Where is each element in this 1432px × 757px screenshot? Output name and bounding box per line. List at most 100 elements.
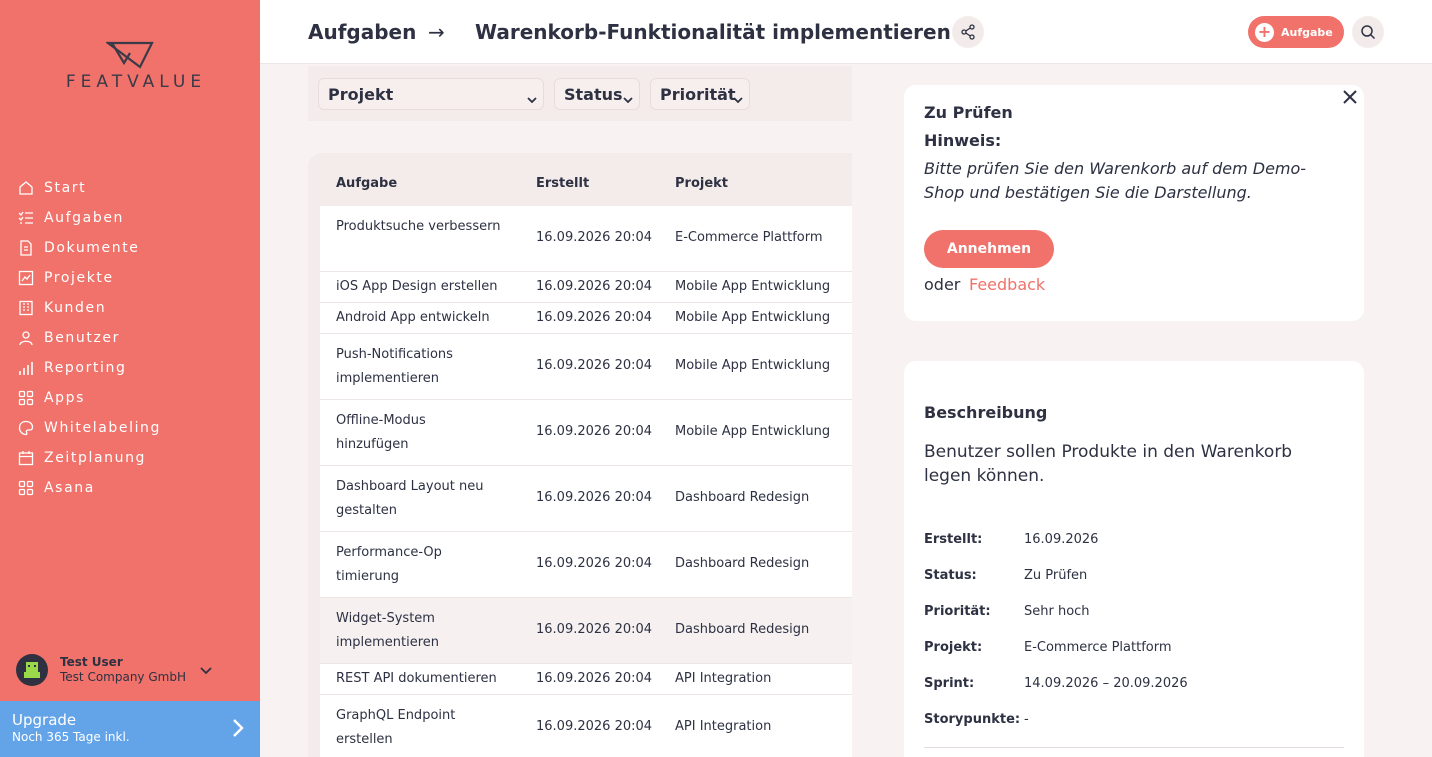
sidebar-item-zeitplanung[interactable]: Zeitplanung <box>16 443 161 473</box>
or-label: oder <box>924 275 961 294</box>
filter-bar: Projekt Status Priorität <box>308 66 852 121</box>
cell-projekt: Mobile App Entwicklung <box>675 358 831 373</box>
tasks-icon <box>16 208 36 228</box>
add-task-button[interactable]: + Aufgabe <box>1248 16 1344 48</box>
sidebar-item-kunden[interactable]: Kunden <box>16 293 161 323</box>
table-row[interactable]: Produktsuche verbessern 16.09.2026 20:04… <box>320 206 852 272</box>
share-icon <box>961 24 975 40</box>
sidebar-item-label: Start <box>44 180 87 196</box>
cell-projekt: Mobile App Entwicklung <box>675 424 831 439</box>
user-name: Test User <box>60 655 123 669</box>
detail-key: Projekt: <box>924 640 983 655</box>
sidebar-item-projekte[interactable]: Projekte <box>16 263 161 293</box>
logo[interactable]: FEATVALUE <box>0 40 260 92</box>
sidebar-item-label: Aufgaben <box>44 210 125 226</box>
calendar-icon <box>16 448 36 468</box>
cell-aufgabe: Offline-Modus hinzufügen <box>336 413 426 452</box>
review-hint-text: Bitte prüfen Sie den Warenkorb auf dem D… <box>924 159 1307 202</box>
accept-button[interactable]: Annehmen <box>924 230 1054 268</box>
feedback-link[interactable]: Feedback <box>969 275 1045 294</box>
sidebar-item-label: Asana <box>44 480 95 496</box>
cell-erstellt: 16.09.2026 20:04 <box>536 424 653 439</box>
cell-erstellt: 16.09.2026 20:04 <box>536 671 653 686</box>
table-row[interactable]: iOS App Design erstellen 16.09.2026 20:0… <box>320 272 852 303</box>
upgrade-banner[interactable]: Upgrade Noch 365 Tage inkl. <box>0 701 260 757</box>
table-row[interactable]: Offline-Modus hinzufügen 16.09.2026 20:0… <box>320 400 852 466</box>
chevron-down-icon <box>623 89 633 108</box>
filter-projekt-select[interactable]: Projekt <box>318 78 544 110</box>
search-button[interactable] <box>1352 16 1384 48</box>
breadcrumb-separator: → <box>428 20 445 44</box>
projects-icon <box>16 268 36 288</box>
user-menu[interactable]: Test User Test Company GmbH <box>16 652 216 688</box>
details-card: Beschreibung Benutzer sollen Produkte in… <box>904 361 1364 757</box>
detail-value: Zu Prüfen <box>1024 568 1088 583</box>
sidebar-item-dokumente[interactable]: Dokumente <box>16 233 161 263</box>
apps-icon <box>16 388 36 408</box>
home-icon <box>16 178 36 198</box>
chevron-down-icon <box>733 89 743 108</box>
breadcrumb-root[interactable]: Aufgaben <box>308 20 416 44</box>
cell-erstellt: 16.09.2026 20:04 <box>536 490 653 505</box>
filter-status-select[interactable]: Status <box>554 78 640 110</box>
sidebar-item-label: Dokumente <box>44 240 140 256</box>
column-header-erstellt[interactable]: Erstellt <box>536 176 589 191</box>
table-row[interactable]: Widget-System implementieren 16.09.2026 … <box>320 598 852 664</box>
review-title: Zu Prüfen <box>924 103 1013 122</box>
sidebar-item-whitelabeling[interactable]: Whitelabeling <box>16 413 161 443</box>
sidebar-item-label: Apps <box>44 390 86 406</box>
avatar <box>16 654 48 686</box>
detail-key: Sprint: <box>924 676 975 691</box>
cell-erstellt: 16.09.2026 20:04 <box>536 310 653 325</box>
table-row[interactable]: Android App entwickeln 16.09.2026 20:04 … <box>320 303 852 334</box>
building-icon <box>16 298 36 318</box>
chevron-right-icon <box>232 718 244 742</box>
task-table-body: Produktsuche verbessern 16.09.2026 20:04… <box>320 206 852 757</box>
apps-icon <box>16 478 36 498</box>
table-row[interactable]: Dashboard Layout neu gestalten 16.09.202… <box>320 466 852 532</box>
close-icon[interactable] <box>1342 89 1358 109</box>
detail-value: - <box>1024 712 1029 727</box>
table-row[interactable]: Push-Notifications implementieren 16.09.… <box>320 334 852 400</box>
sidebar-item-asana[interactable]: Asana <box>16 473 161 503</box>
chart-icon <box>16 358 36 378</box>
column-header-aufgabe[interactable]: Aufgabe <box>336 176 397 191</box>
filter-projekt-label: Projekt <box>328 84 394 104</box>
table-row[interactable]: GraphQL Endpoint erstellen 16.09.2026 20… <box>320 695 852 757</box>
cell-projekt: Dashboard Redesign <box>675 490 810 505</box>
description-text: Benutzer sollen Produkte in den Warenkor… <box>924 442 1293 486</box>
detail-value: 14.09.2026 – 20.09.2026 <box>1024 676 1188 691</box>
detail-key: Status: <box>924 568 977 583</box>
user-company: Test Company GmbH <box>60 670 186 684</box>
divider <box>924 747 1344 748</box>
chevron-down-icon[interactable] <box>200 660 212 679</box>
palette-icon <box>16 418 36 438</box>
detail-key: Erstellt: <box>924 532 983 547</box>
cell-projekt: API Integration <box>675 671 772 686</box>
cell-aufgabe: Android App entwickeln <box>336 310 490 325</box>
sidebar-item-reporting[interactable]: Reporting <box>16 353 161 383</box>
detail-value: E-Commerce Plattform <box>1024 640 1172 655</box>
table-row[interactable]: Performance-Optimierung 16.09.2026 20:04… <box>320 532 852 598</box>
sidebar-item-start[interactable]: Start <box>16 173 161 203</box>
sidebar-nav: Start Aufgaben Dokumente Projekte Kunden… <box>16 173 161 503</box>
sidebar-item-apps[interactable]: Apps <box>16 383 161 413</box>
sidebar-item-aufgaben[interactable]: Aufgaben <box>16 203 161 233</box>
sidebar-item-benutzer[interactable]: Benutzer <box>16 323 161 353</box>
sidebar: FEATVALUE Start Aufgaben Dokumente Proje… <box>0 0 260 757</box>
header: Aufgaben → Warenkorb-Funktionalität impl… <box>260 0 1432 64</box>
cell-aufgabe: Push-Notifications implementieren <box>336 347 453 386</box>
table-row[interactable]: REST API dokumentieren 16.09.2026 20:04 … <box>320 664 852 695</box>
filter-status-label: Status <box>564 84 623 104</box>
share-button[interactable] <box>952 16 984 48</box>
cell-projekt: Mobile App Entwicklung <box>675 279 831 294</box>
documents-icon <box>16 238 36 258</box>
filter-prioritaet-select[interactable]: Priorität <box>650 78 750 110</box>
column-header-projekt[interactable]: Projekt <box>675 176 728 191</box>
detail-value: Sehr hoch <box>1024 604 1090 619</box>
sidebar-item-label: Whitelabeling <box>44 420 162 436</box>
cell-projekt: Dashboard Redesign <box>675 556 810 571</box>
cell-erstellt: 16.09.2026 20:04 <box>536 230 653 245</box>
chevron-down-icon <box>527 89 537 108</box>
logo-icon <box>106 41 154 69</box>
